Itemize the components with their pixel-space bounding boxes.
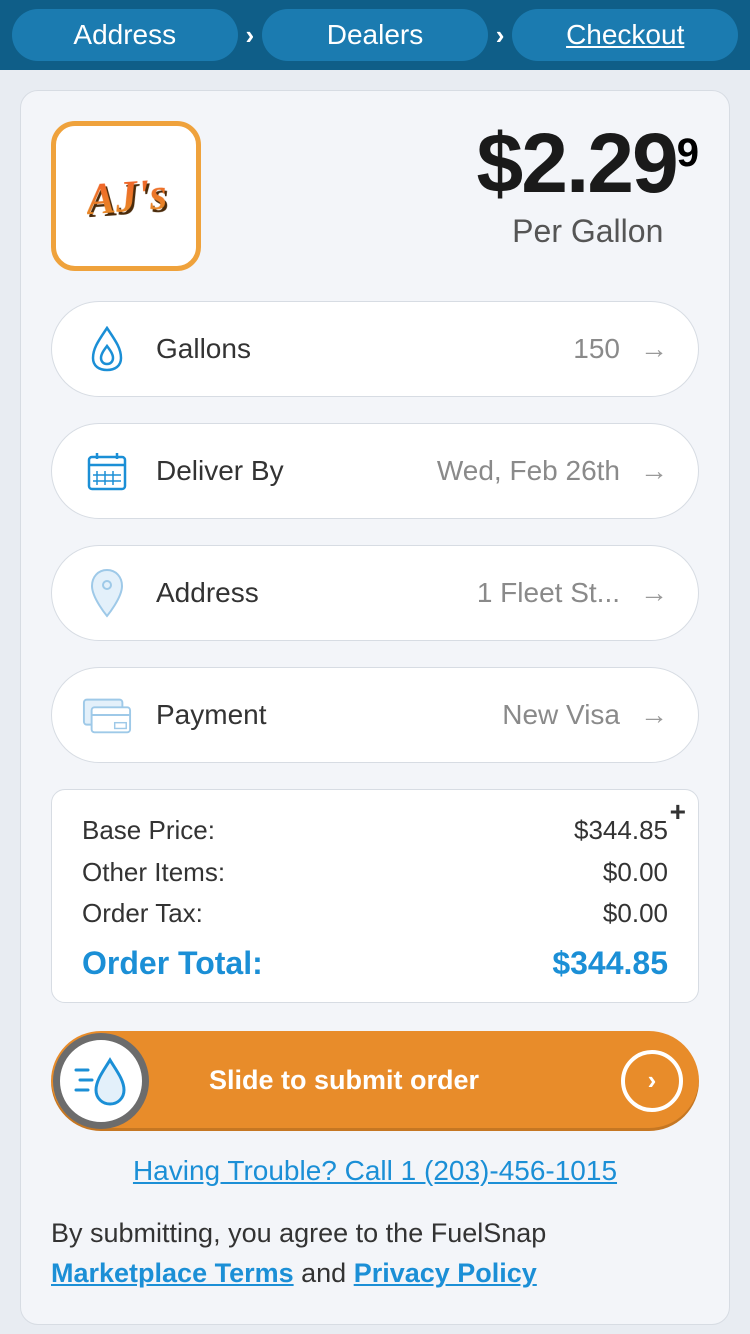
trouble-link[interactable]: Having Trouble? Call 1 (203)-456-1015 xyxy=(133,1155,617,1186)
chevron-right-icon: → xyxy=(640,333,668,365)
chevron-right-icon: › xyxy=(496,20,505,51)
terms-prefix: By submitting, you agree to the FuelSnap xyxy=(51,1218,546,1248)
breadcrumb-checkout[interactable]: Checkout xyxy=(512,9,738,61)
deliver-label: Deliver By xyxy=(156,455,437,487)
base-price-label: Base Price: xyxy=(82,810,215,852)
slider-knob[interactable] xyxy=(53,1033,149,1129)
price-decimal: 9 xyxy=(677,131,699,175)
payment-row[interactable]: Payment New Visa → xyxy=(51,667,699,763)
price-value: $2.299 xyxy=(477,121,699,205)
deliver-row[interactable]: Deliver By Wed, Feb 26th → xyxy=(51,423,699,519)
chevron-right-icon: → xyxy=(640,699,668,731)
terms-text: By submitting, you agree to the FuelSnap… xyxy=(51,1213,699,1294)
address-row[interactable]: Address 1 Fleet St... → xyxy=(51,545,699,641)
address-label: Address xyxy=(156,577,477,609)
privacy-policy-link[interactable]: Privacy Policy xyxy=(354,1258,537,1288)
payment-label: Payment xyxy=(156,699,502,731)
price-block: $2.299 Per Gallon xyxy=(477,121,699,250)
slider-label: Slide to submit order xyxy=(67,1065,621,1096)
price-main: $2.29 xyxy=(477,116,677,210)
marketplace-terms-link[interactable]: Marketplace Terms xyxy=(51,1258,294,1288)
base-price-value: $344.85 xyxy=(574,810,668,852)
motion-drop-icon xyxy=(74,1056,128,1106)
trouble-row: Having Trouble? Call 1 (203)-456-1015 xyxy=(51,1155,699,1187)
order-total-value: $344.85 xyxy=(552,945,668,982)
calendar-icon xyxy=(82,446,132,496)
gallons-label: Gallons xyxy=(156,333,573,365)
slider-arrow-icon: › xyxy=(621,1050,683,1112)
pin-icon xyxy=(82,568,132,618)
gallons-row[interactable]: Gallons 150 → xyxy=(51,301,699,397)
header-row: AJ's $2.299 Per Gallon xyxy=(51,121,699,271)
order-summary: + Base Price: $344.85 Other Items: $0.00… xyxy=(51,789,699,1003)
gallons-value: 150 xyxy=(573,333,620,365)
price-unit: Per Gallon xyxy=(477,213,699,250)
breadcrumb-address[interactable]: Address xyxy=(12,9,238,61)
address-value: 1 Fleet St... xyxy=(477,577,620,609)
terms-middle: and xyxy=(294,1258,354,1288)
other-items-value: $0.00 xyxy=(603,852,668,894)
credit-card-icon xyxy=(82,690,132,740)
other-items-label: Other Items: xyxy=(82,852,225,894)
order-total-label: Order Total: xyxy=(82,945,263,982)
submit-slider[interactable]: Slide to submit order › xyxy=(51,1031,699,1131)
payment-value: New Visa xyxy=(502,699,620,731)
expand-plus-icon[interactable]: + xyxy=(670,796,686,828)
chevron-right-icon: → xyxy=(640,577,668,609)
dealer-logo: AJ's xyxy=(51,121,201,271)
flame-drop-icon xyxy=(82,324,132,374)
deliver-value: Wed, Feb 26th xyxy=(437,455,620,487)
chevron-right-icon: → xyxy=(640,455,668,487)
checkout-card: AJ's $2.299 Per Gallon Gallons 150 → Del… xyxy=(20,90,730,1325)
order-tax-label: Order Tax: xyxy=(82,893,203,935)
chevron-right-icon: › xyxy=(246,20,255,51)
breadcrumb-dealers[interactable]: Dealers xyxy=(262,9,488,61)
order-tax-value: $0.00 xyxy=(603,893,668,935)
breadcrumb: Address › Dealers › Checkout xyxy=(0,0,750,70)
dealer-logo-text: AJ's xyxy=(84,168,168,225)
